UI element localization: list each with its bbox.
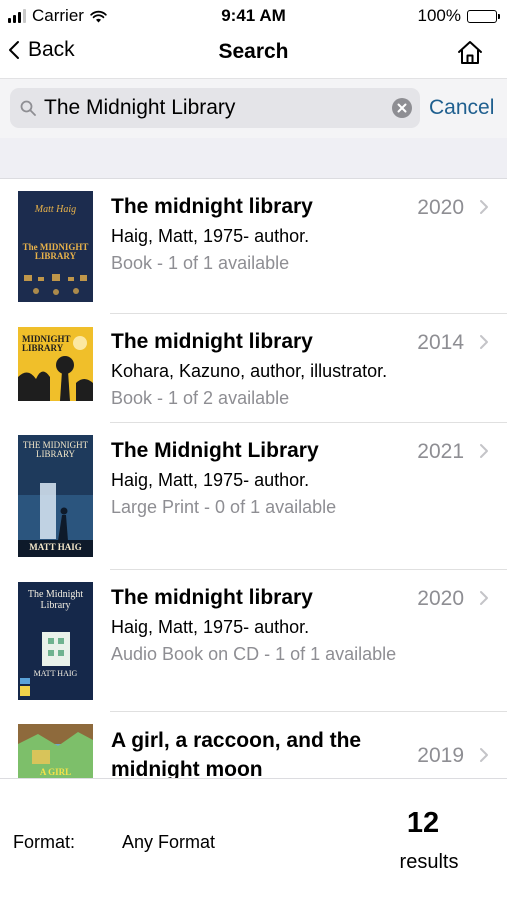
book-cover: The Midnight Library MATT HAIG (18, 582, 93, 700)
book-year: 2014 (417, 331, 464, 354)
format-selector[interactable]: Any Format (122, 832, 215, 853)
book-author: Haig, Matt, 1975- author. (111, 617, 310, 637)
book-title: The midnight library (111, 330, 313, 353)
book-title: The midnight library (111, 195, 313, 218)
chevron-right-icon (480, 200, 488, 214)
result-row[interactable]: The Midnight Library MATT HAIG The midni… (0, 570, 507, 712)
cover-author: MATT HAIG (29, 542, 82, 552)
home-icon (458, 41, 482, 64)
search-icon (20, 100, 36, 116)
status-bar: Carrier 9:41 AM 100% (0, 0, 507, 30)
result-row[interactable]: A GIRL A girl, a raccoon, and the midnig… (0, 712, 507, 778)
cover-title: A GIRL (39, 767, 72, 777)
search-box (10, 88, 420, 128)
result-row[interactable]: THE MIDNIGHT LIBRARY MATT HAIG The Midni… (0, 423, 507, 570)
book-title: A girl, a raccoon, and the midnight moon (111, 729, 362, 778)
chevron-right-icon (480, 444, 488, 458)
book-cover: A GIRL (18, 724, 93, 778)
chevron-right-icon (480, 591, 488, 605)
book-author: Haig, Matt, 1975- author. (111, 226, 310, 246)
availability-status: Book - 1 of 2 available (111, 388, 290, 408)
availability-status: Book - 1 of 1 available (111, 253, 290, 273)
results-footer: Format: Any Format 12 results (0, 778, 507, 901)
chevron-right-icon (480, 748, 488, 762)
page-title: Search (218, 40, 289, 63)
result-row[interactable]: Matt Haig The MIDNIGHT LIBRARY The midni… (0, 179, 507, 314)
book-cover: Matt Haig The MIDNIGHT LIBRARY (18, 191, 93, 302)
availability-status: Audio Book on CD - 1 of 1 available (111, 644, 397, 664)
clear-icon (397, 103, 407, 113)
results-label: results (399, 851, 459, 873)
book-year: 2021 (417, 440, 464, 463)
cover-title: MIDNIGHT LIBRARY (22, 334, 71, 354)
cover-title: The Midnight Library (27, 589, 84, 611)
book-year: 2019 (417, 744, 464, 767)
results-list[interactable]: Matt Haig The MIDNIGHT LIBRARY The midni… (0, 179, 507, 778)
book-year: 2020 (417, 587, 464, 610)
chevron-right-icon (480, 335, 488, 349)
cover-author: Matt Haig (34, 204, 77, 215)
filter-band (0, 138, 507, 179)
home-button[interactable] (455, 38, 485, 68)
clear-search-button[interactable] (392, 98, 412, 118)
book-title: The midnight library (111, 586, 313, 609)
book-title: The Midnight Library (111, 439, 319, 462)
back-button[interactable]: Back (8, 38, 75, 62)
cover-title: THE MIDNIGHT LIBRARY (22, 440, 89, 460)
results-count: 12 (406, 807, 440, 839)
cancel-button[interactable]: Cancel (429, 96, 494, 120)
status-right: 100% (417, 6, 500, 26)
cover-title: The MIDNIGHT LIBRARY (22, 242, 89, 262)
result-row[interactable]: MIDNIGHT LIBRARY The midnight library 20… (0, 314, 507, 423)
search-input[interactable] (44, 88, 384, 128)
cover-author: MATT HAIG (33, 669, 78, 678)
battery-icon (467, 9, 500, 23)
nav-bar: Back Search (0, 30, 507, 76)
book-author: Haig, Matt, 1975- author. (111, 470, 310, 490)
availability-status: Large Print - 0 of 1 available (111, 497, 337, 517)
book-cover: THE MIDNIGHT LIBRARY MATT HAIG (18, 435, 93, 557)
search-bar: Cancel (0, 78, 507, 139)
chevron-left-icon (9, 41, 19, 59)
battery-percent: 100% (417, 6, 461, 25)
back-label: Back (28, 38, 75, 61)
format-label: Format: (13, 832, 76, 852)
book-year: 2020 (417, 196, 464, 219)
book-author: Kohara, Kazuno, author, illustrator. (111, 361, 388, 381)
book-cover: MIDNIGHT LIBRARY (18, 327, 93, 401)
